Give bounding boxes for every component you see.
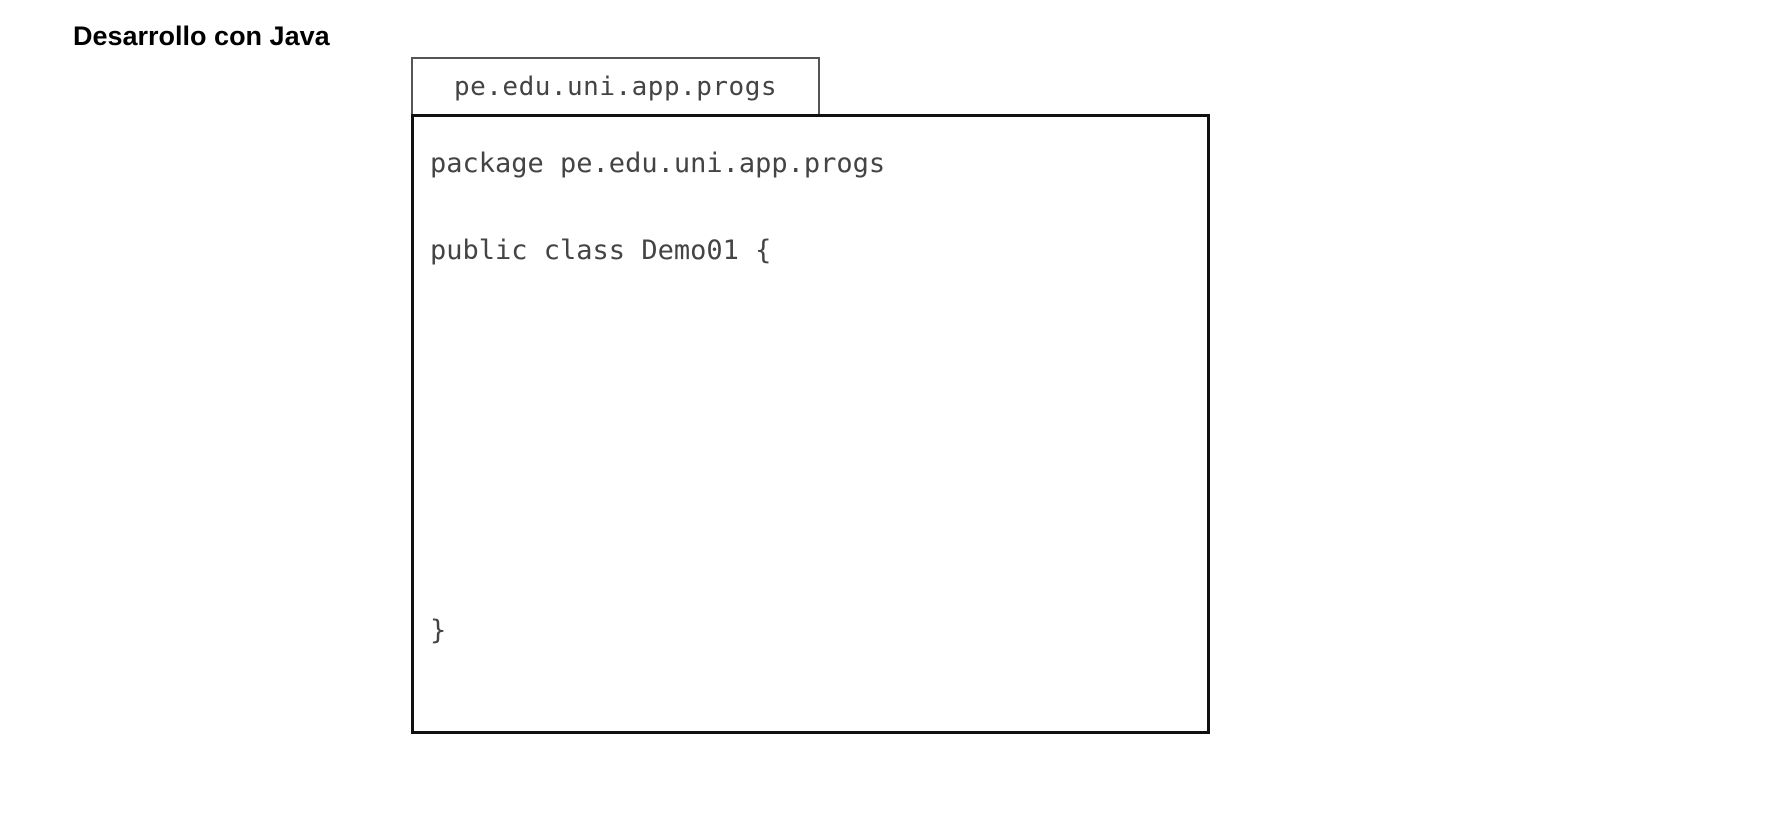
class-closing-brace: }	[430, 615, 447, 646]
package-tab: pe.edu.uni.app.progs	[411, 57, 820, 114]
package-tab-label: pe.edu.uni.app.progs	[453, 71, 778, 102]
package-declaration: package pe.edu.uni.app.progs	[430, 148, 886, 179]
page-title: Desarrollo con Java	[73, 21, 330, 51]
class-code-box: package pe.edu.uni.app.progs public clas…	[411, 114, 1210, 734]
class-declaration: public class Demo01 {	[430, 235, 772, 266]
